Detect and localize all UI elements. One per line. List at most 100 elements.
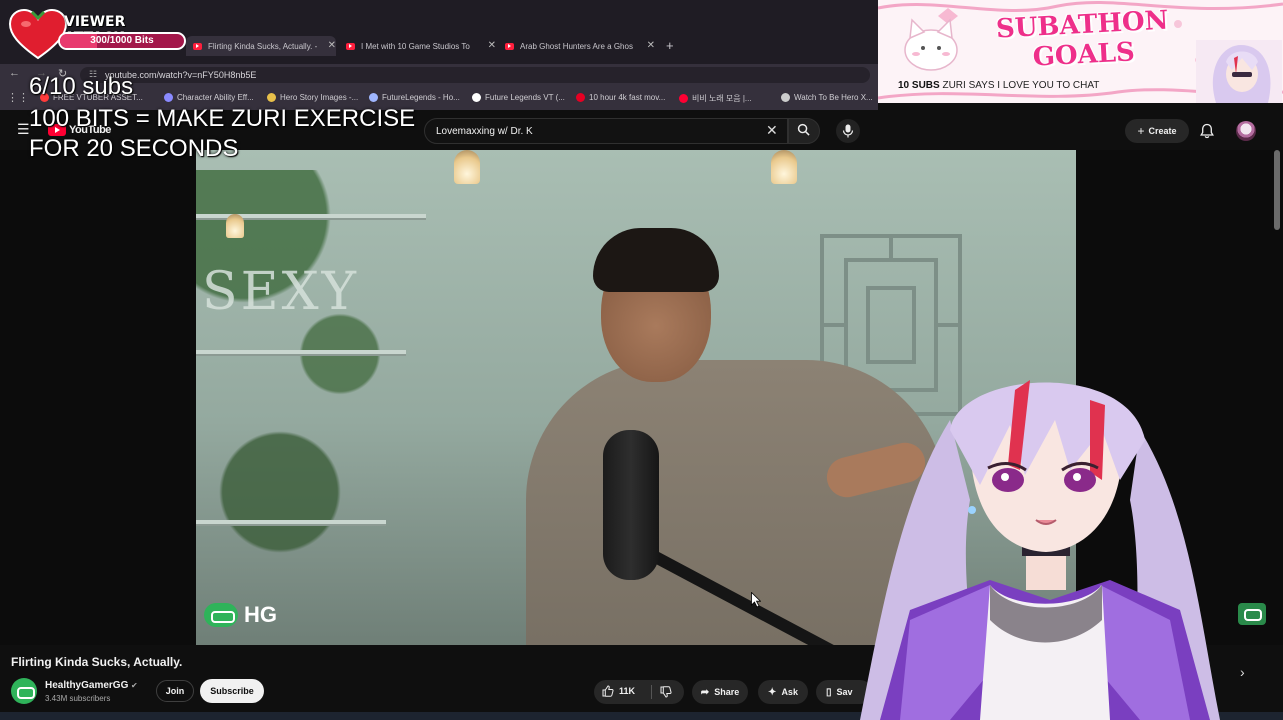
youtube-favicon-icon [346,42,355,50]
video-shelf [196,350,406,356]
bits-goal-line: FOR 20 SECONDS [29,135,239,162]
plus-icon: + [1137,124,1145,138]
bookmark-label: 비비 노래 모음 |... [692,94,752,103]
like-button[interactable]: 11K [602,685,635,697]
youtube-favicon-icon [193,42,202,50]
search-button[interactable] [788,118,820,144]
bookmark[interactable]: Watch To Be Hero X... [781,93,873,102]
video-shelf [196,520,386,526]
bookmark-label: Hero Story Images -... [280,93,359,102]
bookmark-label: Watch To Be Hero X... [794,93,873,102]
subs-counter: 6/10 subs [29,73,134,100]
cat-illustration-icon [904,18,958,71]
like-dislike-group: 11K [594,680,684,704]
browser-tab[interactable]: Arab Ghost Hunters Are a Ghos ✕ [505,36,655,56]
channel-avatar[interactable] [11,678,37,704]
bookmark-favicon-icon [781,93,790,102]
video-lamp [771,150,797,184]
bookmark-favicon-icon [472,93,481,102]
bookmark-label: 10 hour 4k fast mov... [589,93,666,102]
subscriber-count: 3.43M subscribers [45,694,111,703]
bookmark-label: FutureLegends - Ho... [382,93,460,102]
new-tab-button[interactable]: + [666,38,674,53]
bits-progress-bar: 300/1000 Bits [58,32,186,50]
divider [651,685,652,699]
join-button[interactable]: Join [156,680,194,702]
subathon-title: SUBATHON GOALS [987,5,1180,75]
voice-search-button[interactable] [836,119,860,143]
create-button[interactable]: + Create [1125,119,1189,143]
bookmark-favicon-icon [164,93,173,102]
healthygamer-side-icon[interactable] [1238,603,1266,625]
apps-grid-icon[interactable]: ⋮⋮ [7,91,29,104]
video-title: Flirting Kinda Sucks, Actually. [11,655,183,669]
bookmark-favicon-icon [679,94,688,103]
bookmark-label: Future Legends VT (... [485,93,565,102]
viewer-attack-widget: VIEWER ATTACK 300/1000 Bits [8,8,188,60]
bookmark-label: Character Ability Eff... [177,93,254,102]
video-lamp [226,214,244,238]
tab-label: Arab Ghost Hunters Are a Ghos [520,41,633,51]
vtuber-portrait-icon [1196,40,1282,103]
subscribe-button[interactable]: Subscribe [200,679,264,703]
tab-label: I Met with 10 Game Studios To [361,41,470,51]
tab-close-icon[interactable]: ✕ [488,40,496,51]
close-icon[interactable]: ✕ [766,122,778,139]
video-microphone [603,430,659,580]
subathon-goal-text: ZURI SAYS I LOVE YOU TO CHAT [942,80,1100,91]
bookmark[interactable]: FutureLegends - Ho... [369,93,460,102]
mouse-cursor-icon [751,592,761,608]
browser-tab-active[interactable]: Flirting Kinda Sucks, Actually. - ✕ [186,36,336,56]
search-icon [797,123,810,136]
subathon-goal-count: 10 SUBS [898,80,940,91]
heart-icon [8,8,68,60]
ask-button[interactable]: ✦ Ask [758,680,808,704]
bookmark[interactable]: 10 hour 4k fast mov... [576,93,665,102]
browser-tab[interactable]: I Met with 10 Game Studios To ✕ [346,36,496,56]
channel-name[interactable]: HealthyGamerGG [45,680,128,691]
verified-icon: ✔ [131,681,138,690]
bookmark[interactable]: Hero Story Images -... [267,93,358,102]
bookmark-favicon-icon [576,93,585,102]
create-label: Create [1148,126,1177,136]
address-bar[interactable]: ☷ youtube.com/watch?v=nFY50H8nb5E [80,67,870,83]
ask-icon: ✦ [768,686,777,698]
bookmark-favicon-icon [267,93,276,102]
channel-watermark: HG [204,602,277,628]
back-arrow-icon[interactable]: ← [9,67,20,79]
video-plants [196,170,436,630]
subathon-goals-panel: SUBATHON GOALS 10 SUBS ZURI SAYS I LOVE … [878,0,1283,103]
youtube-favicon-icon [505,42,514,50]
bookmark[interactable]: 비비 노래 모음 |... [679,93,752,104]
bits-goal-line: 100 BITS = MAKE ZURI EXERCISE [29,105,416,132]
bits-goal-text: 100 BITS = MAKE ZURI EXERCISE FOR 20 SEC… [29,104,469,164]
bookmark-favicon-icon [369,93,378,102]
subathon-goal-item: 10 SUBS ZURI SAYS I LOVE YOU TO CHAT [898,80,1099,91]
watermark-text: HG [244,602,277,627]
share-button[interactable]: ➦ Share [692,680,748,704]
healthygamer-logo-icon [204,603,238,627]
dislike-icon[interactable] [660,686,672,698]
bits-progress-text: 300/1000 Bits [90,35,154,46]
like-icon [602,685,614,697]
chevron-right-icon[interactable]: › [1240,664,1245,680]
tab-label: Flirting Kinda Sucks, Actually. - [208,41,318,51]
share-label: Share [714,687,740,697]
like-count: 11K [619,686,636,696]
tab-close-icon[interactable]: ✕ [328,40,336,51]
ask-label: Ask [781,687,798,697]
save-icon: ▯ [826,686,832,698]
vtuber-avatar [860,380,1220,720]
search-input[interactable]: Lovemaxxing w/ Dr. K [424,118,788,144]
share-icon: ➦ [700,686,710,698]
video-wall-sign: SEXY [202,262,359,322]
bookmark[interactable]: Future Legends VT (... [472,93,565,102]
mic-icon [842,124,854,138]
menu-icon[interactable]: ☰ [17,121,30,138]
avatar[interactable] [1236,121,1256,141]
video-person-hair [593,228,719,292]
bookmark[interactable]: Character Ability Eff... [164,93,254,102]
bell-icon[interactable] [1199,123,1215,139]
tab-close-icon[interactable]: ✕ [647,40,655,51]
scrollbar[interactable] [1274,150,1280,230]
